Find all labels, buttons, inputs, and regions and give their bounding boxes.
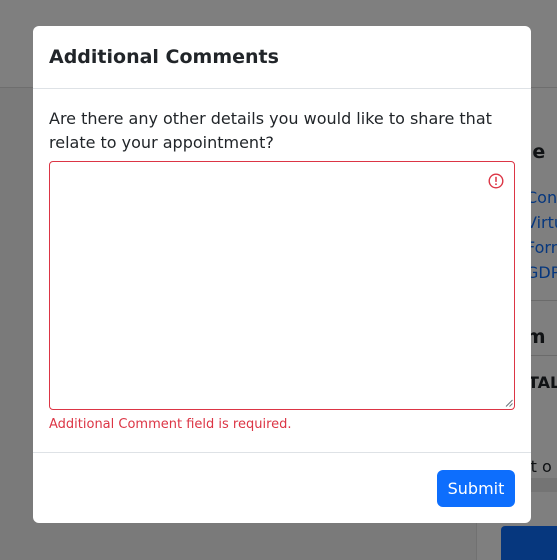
modal-body: Are there any other details you would li…	[33, 90, 531, 453]
comment-error-message: Additional Comment field is required.	[49, 417, 292, 432]
modal-title: Additional Comments	[49, 46, 279, 68]
resize-grip-icon[interactable]	[505, 399, 513, 407]
modal-footer: Submit	[33, 452, 531, 523]
additional-comments-modal: Additional Comments Are there any other …	[33, 26, 531, 523]
modal-header: Additional Comments	[33, 26, 531, 89]
submit-button[interactable]: Submit	[437, 470, 515, 507]
additional-comment-textarea[interactable]	[49, 161, 515, 410]
comment-question-label: Are there any other details you would li…	[49, 109, 492, 152]
alert-circle-icon	[488, 173, 504, 189]
